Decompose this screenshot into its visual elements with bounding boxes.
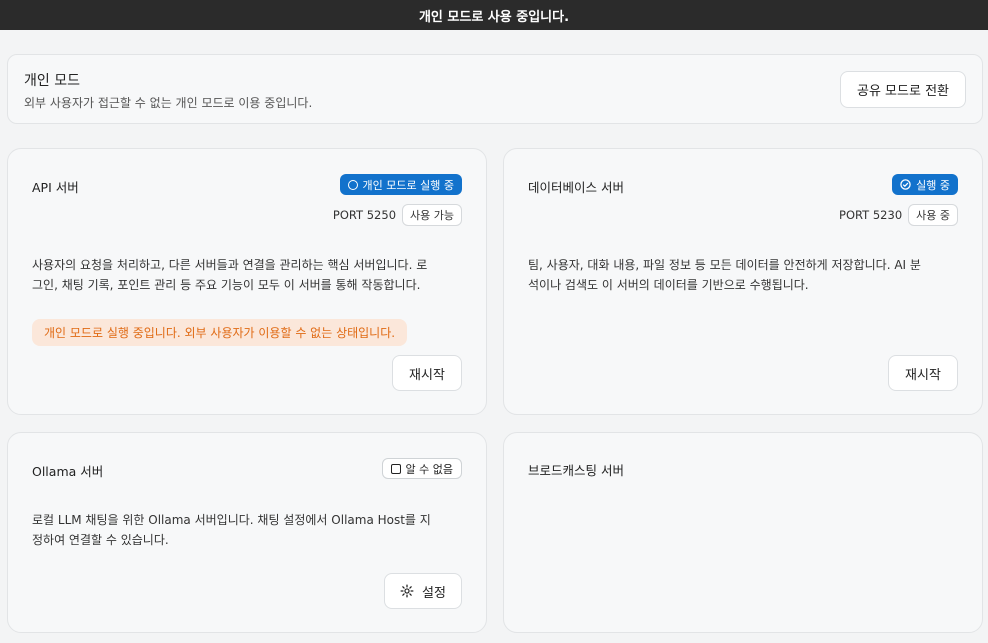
circle-icon: [347, 179, 358, 190]
ollama-settings-button[interactable]: 설정: [384, 573, 462, 609]
ollama-status-text: 알 수 없음: [405, 462, 453, 476]
database-description: 팀, 사용자, 대화 내용, 파일 정보 등 모든 데이터를 안전하게 저장합니…: [528, 255, 921, 295]
api-port: PORT 5250: [332, 208, 397, 222]
check-circle-icon: [900, 179, 911, 190]
mode-banner: 개인 모드로 사용 중입니다.: [0, 0, 988, 30]
api-status-text: 개인 모드로 실행 중: [362, 178, 454, 192]
broadcast-server-title: 브로드캐스팅 서버: [528, 463, 624, 478]
ollama-description-line-1: 로컬 LLM 채팅을 위한 Ollama 서버입니다. 채팅 설정에서 Olla…: [32, 513, 431, 527]
ollama-server-card: Ollama 서버 알 수 없음 로컬 LLM 채팅을 위한 Ollama 서버…: [7, 432, 487, 633]
database-port: PORT 5230: [839, 208, 903, 222]
api-description: 사용자의 요청을 처리하고, 다른 서버들과 연결을 관리하는 핵심 서버입니다…: [32, 255, 427, 295]
api-port-line: PORT 5250 사용 가능: [333, 204, 462, 226]
database-server-title: 데이터베이스 서버: [528, 180, 624, 195]
database-server-card: 데이터베이스 서버 실행 중 PORT 5230 사용 중 팀, 사용자, 대화…: [503, 148, 983, 415]
ollama-settings-label: 설정: [422, 585, 446, 601]
switch-to-shared-mode-button[interactable]: 공유 모드로 전환: [840, 71, 966, 108]
api-warning: 개인 모드로 실행 중입니다. 외부 사용자가 이용할 수 없는 상태입니다.: [32, 319, 408, 346]
ollama-description: 로컬 LLM 채팅을 위한 Ollama 서버입니다. 채팅 설정에서 Olla…: [32, 510, 431, 550]
api-availability-badge: 사용 가능: [402, 204, 462, 226]
ollama-status-badge: 알 수 없음: [381, 458, 462, 479]
ollama-description-line-2: 정하여 연결할 수 있습니다.: [32, 533, 169, 547]
database-description-line-1: 팀, 사용자, 대화 내용, 파일 정보 등 모든 데이터를 안전하게 저장합니…: [528, 258, 921, 272]
broadcast-server-card: 브로드캐스팅 서버: [503, 432, 983, 633]
database-port-line: PORT 5230 사용 중: [839, 204, 958, 226]
gear-icon: [400, 584, 414, 598]
mode-description: 외부 사용자가 접근할 수 없는 개인 모드로 이용 중입니다.: [24, 96, 313, 110]
mode-title: 개인 모드: [24, 73, 80, 89]
database-description-line-2: 석이나 검색도 이 서버의 데이터를 기반으로 수행됩니다.: [528, 278, 809, 292]
database-status-badge: 실행 중: [892, 174, 958, 195]
mode-banner-text: 개인 모드로 사용 중입니다.: [418, 9, 570, 25]
api-status-badge: 개인 모드로 실행 중: [339, 174, 462, 195]
api-description-line-1: 사용자의 요청을 처리하고, 다른 서버들과 연결을 관리하는 핵심 서버입니다…: [32, 258, 428, 272]
ollama-server-title: Ollama 서버: [32, 464, 104, 479]
api-server-card: API 서버 개인 모드로 실행 중 PORT 5250 사용 가능 사용자의 …: [7, 148, 487, 415]
database-availability-badge: 사용 중: [908, 204, 958, 226]
database-status-text: 실행 중: [916, 178, 950, 192]
square-icon: [390, 463, 401, 474]
mode-panel: 개인 모드 외부 사용자가 접근할 수 없는 개인 모드로 이용 중입니다. 공…: [7, 54, 983, 124]
database-restart-button[interactable]: 재시작: [888, 355, 958, 391]
api-description-line-2: 그인, 채팅 기록, 포인트 관리 등 주요 기능이 모두 이 서버를 통해 작…: [32, 278, 421, 292]
api-restart-button[interactable]: 재시작: [392, 355, 462, 391]
api-server-title: API 서버: [32, 180, 79, 195]
